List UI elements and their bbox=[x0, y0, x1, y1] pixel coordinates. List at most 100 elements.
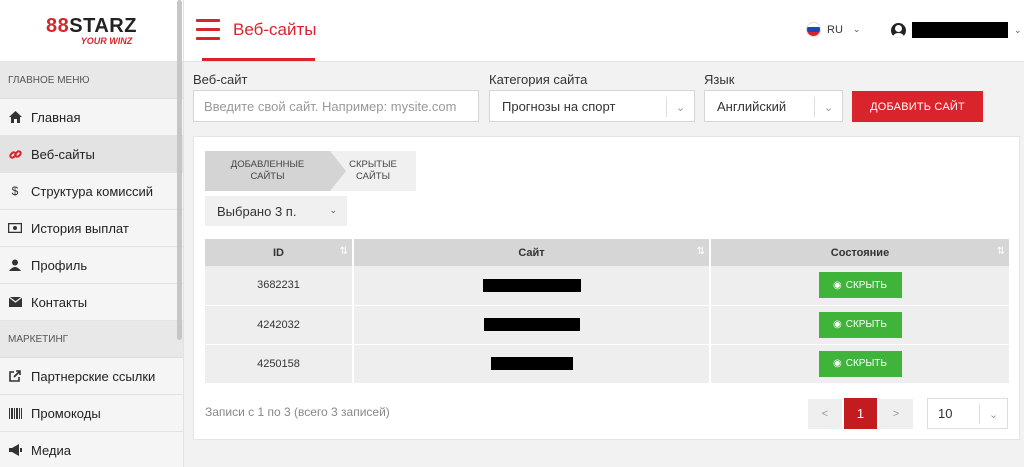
dollar-icon: $ bbox=[11, 184, 19, 198]
home-icon bbox=[8, 110, 22, 124]
category-value: Прогнозы на спорт bbox=[502, 98, 616, 114]
row-id: 4242032 bbox=[205, 305, 354, 345]
sidebar-item-label: История выплат bbox=[31, 220, 129, 236]
chevron-down-icon: ⌄ bbox=[666, 97, 694, 117]
user-icon bbox=[8, 258, 22, 272]
user-menu[interactable]: ⌄ bbox=[891, 22, 1022, 38]
table-row: 4242032 ◉ СКРЫТЬ bbox=[205, 305, 1009, 345]
marketing-menu-header: МАРКЕТИНГ bbox=[0, 321, 183, 358]
row-id: 4250158 bbox=[205, 344, 354, 384]
language-value: Английский bbox=[717, 98, 787, 114]
hide-label: СКРЫТЬ bbox=[845, 319, 887, 330]
envelope-icon bbox=[8, 295, 22, 309]
language-label: Язык bbox=[704, 72, 735, 87]
column-header-id[interactable]: ID ⇅ bbox=[205, 239, 354, 266]
table-row: 4250158 ◉ СКРЫТЬ bbox=[205, 344, 1009, 384]
eye-icon: ◉ bbox=[833, 358, 842, 369]
tab-added-sites[interactable]: ДОБАВЛЕННЫЕ САЙТЫ bbox=[205, 151, 330, 191]
tab-arrow-front bbox=[326, 151, 346, 191]
sidebar-item-label: Медиа bbox=[31, 442, 71, 458]
sidebar-item-profile[interactable]: Профиль bbox=[0, 247, 183, 284]
header-label: Сайт bbox=[518, 246, 545, 259]
logo[interactable]: 88STARZ YOUR WINZ bbox=[0, 0, 183, 62]
pagination-page-1[interactable]: 1 bbox=[844, 398, 877, 429]
eye-icon: ◉ bbox=[833, 279, 842, 291]
top-bar: Веб-сайты RU ⌄ ⌄ bbox=[184, 0, 1024, 62]
sort-icon: ⇅ bbox=[696, 246, 705, 257]
header-label: ID bbox=[273, 246, 284, 259]
sidebar-item-label: Главная bbox=[31, 109, 81, 125]
column-header-site[interactable]: Сайт ⇅ bbox=[353, 239, 711, 266]
row-state: ◉ СКРЫТЬ bbox=[710, 344, 1009, 384]
records-summary: Записи с 1 по 3 (всего 3 записей) bbox=[205, 405, 390, 419]
row-state: ◉ СКРЫТЬ bbox=[710, 305, 1009, 345]
site-url-redacted bbox=[483, 318, 580, 331]
column-select-dropdown[interactable]: Выбрано 3 п. ⌄ bbox=[205, 196, 347, 226]
chevron-down-icon: ⌄ bbox=[329, 205, 337, 215]
language-selector[interactable]: RU ⌄ bbox=[806, 22, 860, 37]
megaphone-icon bbox=[8, 443, 22, 457]
sidebar-item-label: Промокоды bbox=[31, 405, 101, 421]
sidebar-item-label: Профиль bbox=[31, 257, 88, 273]
websites-card: ДОБАВЛЕННЫЕ САЙТЫ СКРЫТЫЕ САЙТЫ Выбрано 3 … bbox=[193, 136, 1020, 440]
pagination-next-button[interactable]: > bbox=[879, 399, 913, 429]
sidebar-item-payouts[interactable]: История выплат bbox=[0, 210, 183, 247]
sidebar-item-label: Контакты bbox=[31, 294, 88, 310]
category-label: Категория сайта bbox=[489, 72, 588, 87]
sidebar-item-label: Структура комиссий bbox=[31, 183, 154, 199]
tab-label-line: СКРЫТЫЕ bbox=[349, 159, 397, 170]
header-label: Состояние bbox=[830, 246, 890, 259]
tab-label-line: ДОБАВЛЕННЫЕ bbox=[230, 159, 305, 170]
website-label: Веб-сайт bbox=[193, 72, 248, 87]
per-page-value: 10 bbox=[938, 406, 953, 421]
russia-flag-icon bbox=[806, 22, 821, 37]
row-site bbox=[353, 266, 711, 306]
page-title: Веб-сайты bbox=[233, 20, 317, 39]
link-icon bbox=[8, 147, 22, 161]
sidebar-item-promocodes[interactable]: Промокоды bbox=[0, 395, 183, 432]
sidebar-item-websites[interactable]: Веб-сайты bbox=[0, 136, 183, 173]
site-url-redacted bbox=[490, 357, 573, 370]
hide-site-button[interactable]: ◉ СКРЫТЬ bbox=[818, 311, 902, 338]
eye-icon: ◉ bbox=[833, 319, 842, 330]
tab-label-line: САЙТЫ bbox=[250, 171, 285, 182]
sidebar-scrollbar[interactable] bbox=[177, 0, 182, 340]
tab-label-line: САЙТЫ bbox=[355, 171, 390, 182]
site-url-redacted bbox=[482, 278, 581, 292]
chevron-down-icon: ⌄ bbox=[979, 404, 1007, 424]
language-select[interactable]: Английский ⌄ bbox=[704, 90, 843, 122]
sidebar-item-label: Веб-сайты bbox=[31, 146, 95, 162]
row-state: ◉ СКРЫТЬ bbox=[710, 266, 1009, 306]
table-row: 3682231 ◉ СКРЫТЬ bbox=[205, 266, 1009, 306]
sidebar-item-label: Партнерские ссылки bbox=[31, 368, 156, 384]
sidebar: 88STARZ YOUR WINZ ГЛАВНОЕ МЕНЮ Главная В… bbox=[0, 0, 184, 467]
hide-site-button[interactable]: ◉ СКРЫТЬ bbox=[818, 350, 902, 377]
add-site-button[interactable]: ДОБАВИТЬ САЙТ bbox=[852, 91, 983, 122]
sidebar-item-commission[interactable]: $ Структура комиссий bbox=[0, 173, 183, 210]
language-code: RU bbox=[827, 23, 843, 36]
hamburger-menu-icon[interactable] bbox=[196, 19, 220, 41]
money-icon bbox=[8, 221, 22, 235]
website-input[interactable]: Введите свой сайт. Например: mysite.com bbox=[193, 90, 479, 122]
hide-label: СКРЫТЬ bbox=[845, 358, 887, 369]
hide-label: СКРЫТЬ bbox=[845, 279, 887, 291]
row-id: 3682231 bbox=[205, 266, 354, 306]
column-header-state[interactable]: Состояние ⇅ bbox=[710, 239, 1009, 266]
pagination-prev-button[interactable]: < bbox=[808, 399, 842, 429]
chevron-down-icon: ⌄ bbox=[1014, 24, 1022, 35]
chevron-down-icon: ⌄ bbox=[814, 97, 842, 117]
category-select[interactable]: Прогнозы на спорт ⌄ bbox=[489, 90, 695, 122]
sidebar-item-partner-links[interactable]: Партнерские ссылки bbox=[0, 358, 183, 395]
sidebar-item-home[interactable]: Главная bbox=[0, 99, 183, 136]
sidebar-item-contacts[interactable]: Контакты bbox=[0, 284, 183, 321]
per-page-select[interactable]: 10 ⌄ bbox=[927, 398, 1008, 429]
hide-site-button[interactable]: ◉ СКРЫТЬ bbox=[818, 272, 902, 299]
websites-table: ID ⇅ Сайт ⇅ Состояние ⇅ 3682231 ◉ СКРЫТЬ 424… bbox=[205, 239, 1009, 384]
logo-wordmark: 88STARZ bbox=[46, 14, 137, 37]
main-menu-header: ГЛАВНОЕ МЕНЮ bbox=[0, 62, 183, 99]
barcode-icon bbox=[8, 406, 22, 420]
external-link-icon bbox=[8, 369, 22, 383]
title-underline bbox=[202, 58, 315, 61]
sidebar-item-media[interactable]: Медиа bbox=[0, 432, 183, 467]
sort-icon: ⇅ bbox=[339, 246, 348, 257]
